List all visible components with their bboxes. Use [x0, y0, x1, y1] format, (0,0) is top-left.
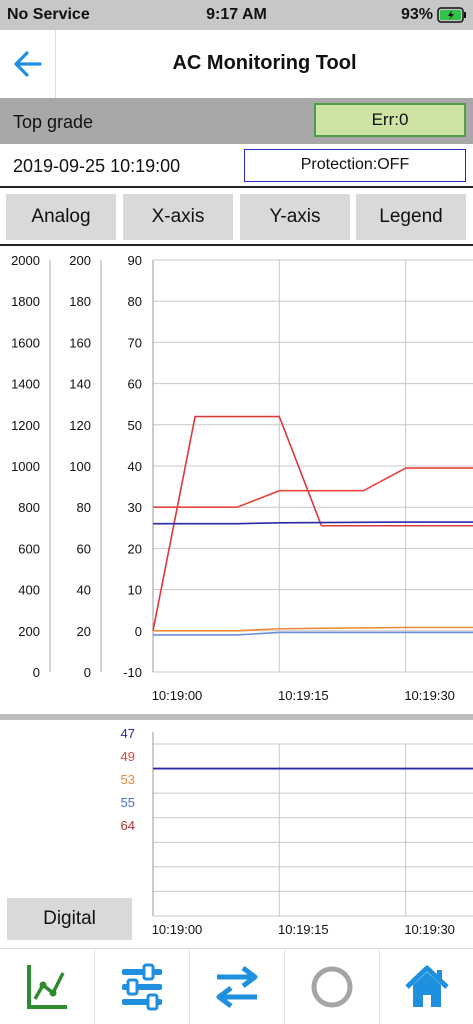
digital-legend-label: 47 — [121, 726, 135, 741]
digital-legend-label: 64 — [121, 818, 135, 833]
y-axis-tick-label: 800 — [18, 500, 40, 515]
home-icon — [404, 965, 449, 1007]
page-title: AC Monitoring Tool — [172, 52, 357, 74]
tab-x-axis[interactable]: X-axis — [123, 194, 233, 240]
y-axis-tick-label: 180 — [69, 294, 91, 309]
y-axis-tick-label: 0 — [84, 665, 91, 680]
y-axis-tick-label: 140 — [69, 377, 91, 392]
x-axis-tick-label: 10:19:00 — [152, 688, 203, 703]
y-axis-tick-label: 20 — [128, 541, 142, 556]
y-axis-tick-label: 40 — [77, 583, 91, 598]
x-axis-tick-label: 10:19:15 — [278, 688, 329, 703]
digital-legend-label: 53 — [121, 772, 135, 787]
y-axis-tick-label: 70 — [128, 335, 142, 350]
sliders-icon — [122, 963, 162, 1011]
line-chart-icon — [27, 965, 67, 1009]
digital-chart[interactable]: 47 49 53 55 64 10:19:00 10:19:15 10:19:30 Digita… — [0, 720, 473, 946]
swap-button[interactable] — [190, 949, 285, 1024]
error-badge: Err:0 — [314, 103, 466, 137]
y-axis-tick-label: 40 — [128, 459, 142, 474]
y-axis-tick-label: 90 — [128, 253, 142, 268]
datetime-label: 2019-09-25 10:19:00 — [13, 156, 181, 176]
analog-chart[interactable]: 2000 1800 1600 1400 1200 1000 800 600 400 200 0 200… — [0, 248, 473, 716]
digital-legend-label: 55 — [121, 795, 135, 810]
circle-icon — [311, 966, 353, 1008]
y-axis-tick-label: 20 — [77, 624, 91, 639]
y-axis-tick-label: 1600 — [11, 335, 40, 350]
x-axis-tick-label: 10:19:30 — [404, 922, 455, 937]
digital-button[interactable]: Digital — [7, 898, 132, 940]
series-line — [153, 521, 473, 525]
x-axis-tick-label: 10:19:15 — [278, 922, 329, 937]
y-axis-tick-label: 60 — [128, 377, 142, 392]
y-axis-tick-label: 1800 — [11, 294, 40, 309]
y-axis-tick-label: 80 — [128, 294, 142, 309]
tab-y-axis[interactable]: Y-axis — [240, 194, 350, 240]
info-row: 2019-09-25 10:19:00 Protection:OFF — [0, 144, 473, 188]
series-line — [153, 467, 473, 509]
y-axis-tick-label: -10 — [123, 665, 142, 680]
swap-arrows-icon — [216, 966, 258, 1008]
y-axis-tick-label: 10 — [128, 583, 142, 598]
back-button[interactable] — [0, 30, 56, 98]
y-axis-tick-label: 2000 — [11, 253, 40, 268]
y-axis-tick-label: 200 — [18, 624, 40, 639]
y-axis-tick-label: 200 — [69, 253, 91, 268]
y-axis-tick-label: 0 — [33, 665, 40, 680]
y-axis-tick-label: 80 — [77, 500, 91, 515]
y-axis-tick-label: 1200 — [11, 418, 40, 433]
y-axis-tick-label: 120 — [69, 418, 91, 433]
status-bar: No Service 9:17 AM 93% — [0, 0, 473, 30]
y-axis-tick-label: 30 — [128, 500, 142, 515]
protection-status: Protection:OFF — [244, 149, 466, 182]
grade-label: Top grade — [13, 112, 94, 132]
y-axis-tick-label: 1400 — [11, 377, 40, 392]
y-axis-tick-label: 600 — [18, 541, 40, 556]
record-button[interactable] — [285, 949, 380, 1024]
y-axis-tick-label: 50 — [128, 418, 142, 433]
x-axis-tick-label: 10:19:00 — [152, 922, 203, 937]
tab-legend[interactable]: Legend — [356, 194, 466, 240]
analog-chart-svg: 2000180016001400120010008006004002000200… — [11, 253, 473, 703]
y-axis-tick-label: 100 — [69, 459, 91, 474]
x-axis-tick-label: 10:19:30 — [404, 688, 455, 703]
nav-bar: AC Monitoring Tool — [0, 30, 473, 98]
series-line — [153, 631, 473, 636]
battery-percent: 93% — [400, 6, 433, 23]
digital-legend-label: 49 — [121, 749, 135, 764]
settings-button[interactable] — [95, 949, 190, 1024]
y-axis-tick-label: 400 — [18, 583, 40, 598]
chart-view-button[interactable] — [0, 949, 95, 1024]
battery-icon — [437, 7, 466, 23]
chart-tabs: Analog X-axis Y-axis Legend — [0, 190, 473, 246]
home-button[interactable] — [380, 949, 473, 1024]
y-axis-tick-label: 60 — [77, 541, 91, 556]
grade-row: Top grade Err:0 — [0, 98, 473, 144]
tab-analog[interactable]: Analog — [6, 194, 116, 240]
y-axis-tick-label: 160 — [69, 335, 91, 350]
bottom-toolbar — [0, 948, 473, 1024]
back-arrow-icon — [14, 51, 42, 77]
y-axis-tick-label: 0 — [135, 624, 142, 639]
y-axis-tick-label: 1000 — [11, 459, 40, 474]
